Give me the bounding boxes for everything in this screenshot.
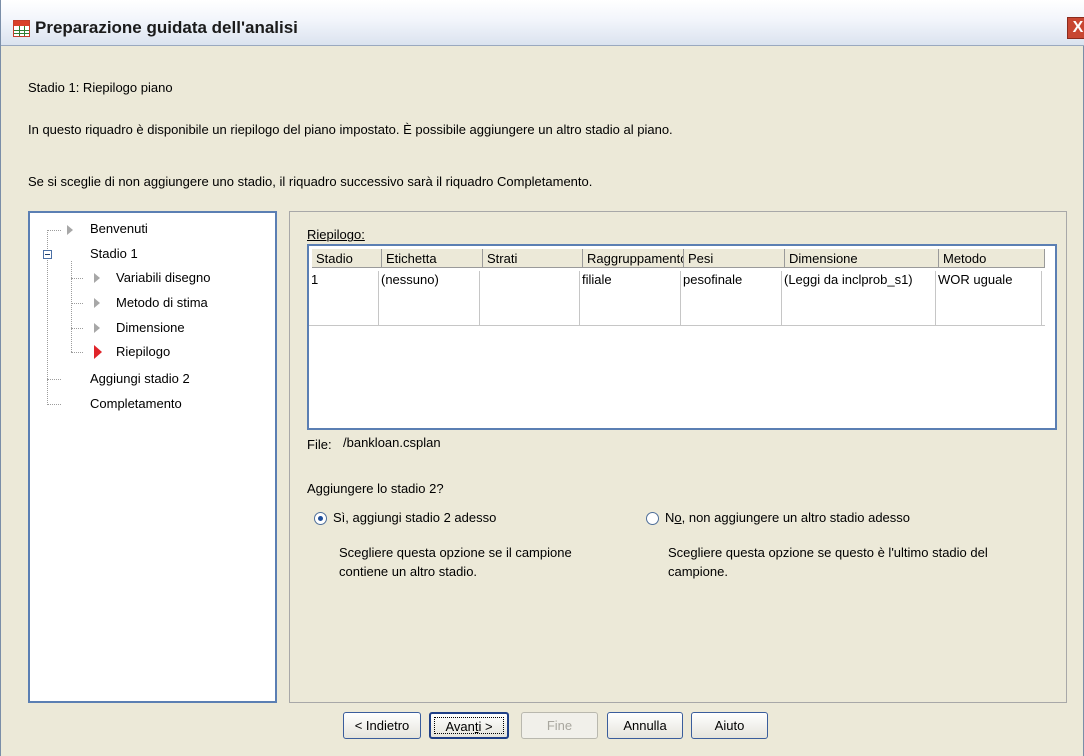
table-header-metodo[interactable]: Metodo bbox=[939, 249, 1045, 268]
tree-item-dimensione[interactable]: Dimensione bbox=[116, 320, 185, 335]
close-button[interactable]: X bbox=[1067, 17, 1084, 39]
tree-connector bbox=[71, 352, 83, 353]
cancel-button[interactable]: Annulla bbox=[607, 712, 683, 739]
tree-connector bbox=[47, 230, 61, 231]
add-stage-no-radio[interactable] bbox=[646, 512, 659, 525]
help-button[interactable]: Aiuto bbox=[691, 712, 768, 739]
table-header-dimensione[interactable]: Dimensione bbox=[785, 249, 939, 268]
current-step-marker-icon bbox=[94, 345, 102, 359]
close-icon: X bbox=[1072, 19, 1084, 36]
navigation-tree: Benvenuti Stadio 1 Variabili disegno Met… bbox=[28, 211, 277, 703]
add-stage-question: Aggiungere lo stadio 2? bbox=[307, 481, 444, 496]
finish-button[interactable]: Fine bbox=[521, 712, 598, 739]
tree-item-variabili-disegno[interactable]: Variabili disegno bbox=[116, 270, 210, 285]
add-stage-no-help-line-1: Scegliere questa opzione se questo è l'u… bbox=[668, 545, 988, 560]
add-stage-yes-help-line-2: contiene un altro stadio. bbox=[339, 564, 478, 579]
file-path: /bankloan.csplan bbox=[343, 435, 441, 450]
tree-item-metodo-di-stima[interactable]: Metodo di stima bbox=[116, 295, 208, 310]
stage-arrow-icon bbox=[67, 225, 73, 235]
table-cell-metodo: WOR uguale bbox=[936, 271, 1042, 325]
table-icon bbox=[13, 20, 30, 37]
stage-arrow-icon bbox=[94, 273, 100, 283]
tree-item-completamento[interactable]: Completamento bbox=[90, 396, 182, 411]
stage-arrow-icon bbox=[94, 323, 100, 333]
no-label-post: , non aggiungere un altro stadio adesso bbox=[681, 510, 911, 525]
tree-item-aggiungi-stadio-2[interactable]: Aggiungi stadio 2 bbox=[90, 371, 190, 386]
tree-connector bbox=[71, 261, 72, 352]
next-button[interactable]: Avanti > bbox=[429, 712, 509, 739]
tree-connector bbox=[71, 278, 83, 279]
table-cell-raggruppamento: filiale bbox=[580, 271, 681, 325]
add-stage-no-label[interactable]: No, non aggiungere un altro stadio adess… bbox=[665, 510, 910, 525]
dialog-window: Preparazione guidata dell'analisi X Stad… bbox=[0, 0, 1084, 756]
table-row-divider bbox=[309, 325, 1045, 326]
tree-item-riepilogo[interactable]: Riepilogo bbox=[116, 344, 170, 359]
summary-table[interactable]: Stadio Etichetta Strati Raggruppamento P… bbox=[307, 244, 1057, 430]
no-label-pre: N bbox=[665, 510, 675, 525]
title-bar[interactable]: Preparazione guidata dell'analisi X bbox=[1, 0, 1084, 46]
table-header-stadio[interactable]: Stadio bbox=[312, 249, 382, 268]
add-stage-yes-help-line-1: Scegliere questa opzione se il campione bbox=[339, 545, 572, 560]
next-button-label: Avanti > bbox=[431, 714, 507, 737]
no-label-mnemonic: o bbox=[674, 510, 682, 525]
table-header-pesi[interactable]: Pesi bbox=[684, 249, 785, 268]
table-cell-stadio: 1 bbox=[309, 271, 379, 325]
table-cell-etichetta: (nessuno) bbox=[379, 271, 480, 325]
collapse-icon[interactable] bbox=[43, 250, 52, 259]
tree-item-stadio-1[interactable]: Stadio 1 bbox=[90, 246, 138, 261]
summary-label: Riepilogo: bbox=[307, 227, 365, 242]
note-text: Se si sceglie di non aggiungere uno stad… bbox=[28, 174, 593, 189]
add-stage-yes-label[interactable]: Sì, aggiungi stadio 2 adesso bbox=[333, 510, 496, 525]
table-header-raggruppamento[interactable]: Raggruppamento bbox=[583, 249, 684, 268]
table-cell-strati bbox=[480, 271, 580, 325]
tree-connector bbox=[47, 379, 61, 380]
table-cell-pesi: pesofinale bbox=[681, 271, 782, 325]
table-header-strati[interactable]: Strati bbox=[483, 249, 583, 268]
add-stage-yes-radio[interactable] bbox=[314, 512, 327, 525]
tree-item-benvenuti[interactable]: Benvenuti bbox=[90, 221, 148, 236]
tree-connector bbox=[71, 328, 83, 329]
next-label-post: i > bbox=[478, 719, 493, 734]
table-header-etichetta[interactable]: Etichetta bbox=[382, 249, 483, 268]
tree-connector bbox=[71, 303, 83, 304]
window-title: Preparazione guidata dell'analisi bbox=[35, 18, 298, 37]
back-button[interactable]: < Indietro bbox=[343, 712, 421, 739]
table-cell-dimensione: (Leggi da inclprob_s1) bbox=[782, 271, 936, 325]
tree-connector bbox=[47, 404, 61, 405]
next-label-pre: Avan bbox=[445, 719, 475, 734]
stage-title: Stadio 1: Riepilogo piano bbox=[28, 80, 173, 95]
stage-arrow-icon bbox=[94, 298, 100, 308]
file-label: File: bbox=[307, 437, 332, 452]
description-text: In questo riquadro è disponibile un riep… bbox=[28, 122, 673, 137]
add-stage-no-help-line-2: campione. bbox=[668, 564, 728, 579]
